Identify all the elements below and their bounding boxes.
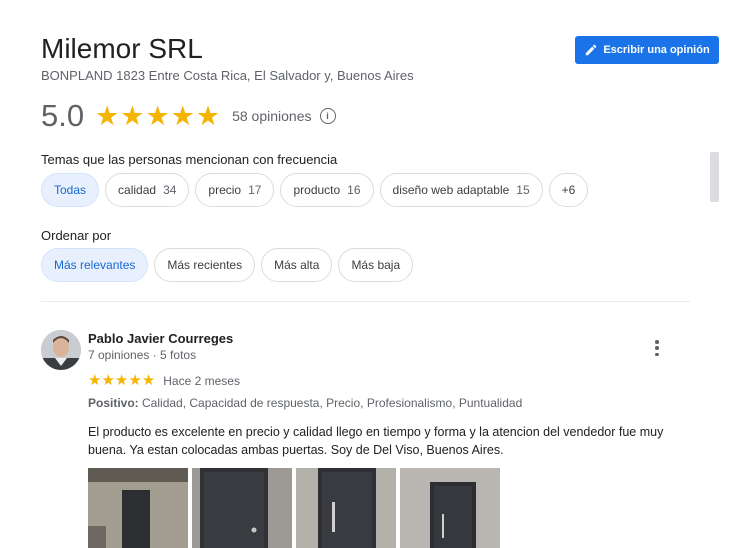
chip-count: 15 — [516, 183, 530, 197]
review-photos — [88, 468, 500, 548]
chip-label: diseño web adaptable — [392, 183, 510, 197]
positive-label: Positivo: — [88, 396, 139, 410]
more-vert-icon[interactable] — [648, 338, 666, 358]
reviewer-meta: 7 opiniones · 5 fotos — [88, 348, 197, 362]
chip-count: 17 — [248, 183, 262, 197]
chip-count: 34 — [163, 183, 177, 197]
write-review-button[interactable]: Escribir una opinión — [575, 36, 719, 64]
chip-todas[interactable]: Todas — [41, 173, 100, 207]
star-icon: ★ — [145, 100, 170, 131]
rating-stars: ★ ★ ★ ★ ★ — [95, 100, 221, 131]
sort-highest[interactable]: Más alta — [261, 248, 333, 282]
chip-more-topics[interactable]: +6 — [548, 173, 589, 207]
sort-options: Más relevantes Más recientes Más alta Má… — [41, 248, 414, 282]
star-icon: ★ — [101, 372, 115, 389]
chip-label: Todas — [54, 183, 87, 197]
pencil-icon — [586, 44, 597, 56]
review-photo[interactable] — [296, 468, 396, 548]
info-icon[interactable]: i — [319, 108, 336, 124]
divider — [41, 301, 690, 302]
business-address: BONPLAND 1823 Entre Costa Rica, El Salva… — [41, 68, 414, 83]
sort-lowest[interactable]: Más baja — [338, 248, 414, 282]
chip-precio[interactable]: precio 17 — [195, 173, 275, 207]
star-icon: ★ — [141, 372, 156, 389]
topic-chips: Todas calidad 34 precio 17 producto 16 d… — [41, 173, 589, 207]
star-icon: ★ — [88, 372, 102, 389]
chip-count: 16 — [347, 183, 361, 197]
positive-text: Calidad, Capacidad de respuesta, Precio,… — [142, 396, 523, 410]
star-icon: ★ — [114, 372, 129, 389]
topics-heading: Temas que las personas mencionan con fre… — [41, 152, 338, 167]
sort-heading: Ordenar por — [41, 228, 112, 243]
business-name: Milemor SRL — [41, 33, 203, 64]
reviews-count: 58 opiniones — [232, 108, 312, 124]
rating-value: 5.0 — [41, 98, 85, 133]
chip-label: precio — [208, 183, 242, 197]
chip-diseno-web-adaptable[interactable]: diseño web adaptable 15 — [379, 173, 543, 207]
star-icon: ★ — [120, 100, 145, 131]
scrollbar[interactable] — [710, 152, 719, 202]
review-rating: ★★★★★ Hace 2 meses — [88, 371, 240, 390]
review-text: El producto es excelente en precio y cal… — [88, 425, 664, 457]
review-date: Hace 2 meses — [163, 373, 240, 388]
sort-most-relevant[interactable]: Más relevantes — [41, 248, 149, 282]
chip-label: +6 — [561, 183, 576, 197]
avatar[interactable] — [41, 330, 81, 370]
star-icon: ★ — [195, 100, 221, 131]
chip-calidad[interactable]: calidad 34 — [105, 173, 190, 207]
sort-newest[interactable]: Más recientes — [154, 248, 256, 282]
chip-label: calidad — [118, 183, 157, 197]
chip-label: producto — [293, 183, 341, 197]
chip-producto[interactable]: producto 16 — [280, 173, 374, 207]
rating-summary: 5.0 ★ ★ ★ ★ ★ 58 opiniones i — [41, 98, 336, 134]
review-photo[interactable] — [192, 468, 292, 548]
review-stars: ★★★★★ — [88, 371, 155, 390]
review-photo[interactable] — [400, 468, 500, 548]
reviewer-name[interactable]: Pablo Javier Courreges — [88, 331, 233, 346]
write-review-label: Escribir una opinión — [603, 44, 710, 56]
review-positive: Positivo: Calidad, Capacidad de respuest… — [88, 396, 522, 410]
star-icon: ★ — [170, 100, 195, 131]
star-icon: ★ — [95, 100, 120, 131]
review-photo[interactable] — [88, 468, 188, 548]
star-icon: ★ — [128, 372, 142, 389]
